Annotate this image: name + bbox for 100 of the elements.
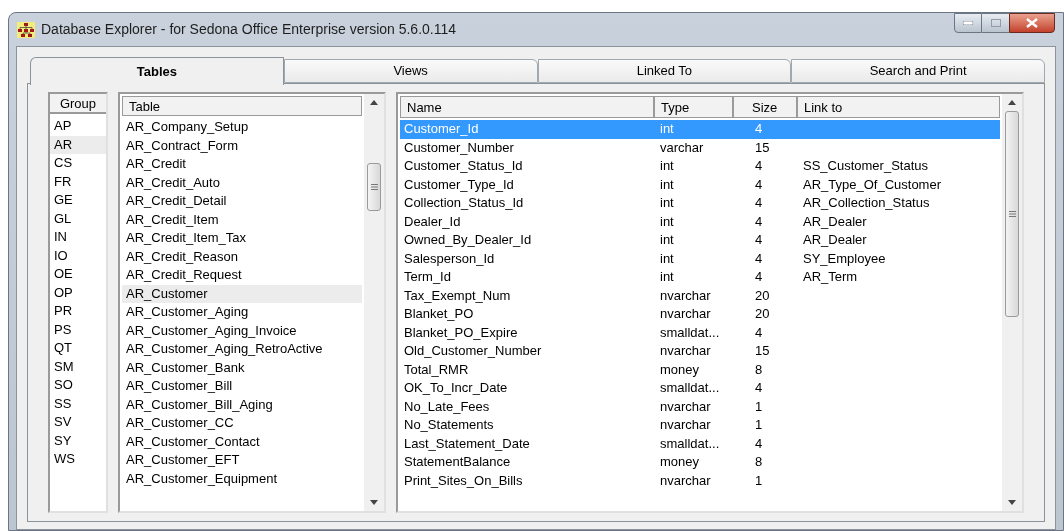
table-item[interactable]: AR_Credit_Auto xyxy=(122,173,362,192)
table-cell-text: smalldat... xyxy=(659,434,721,453)
scroll-down-icon[interactable] xyxy=(1008,500,1016,505)
table-cell-text: smalldat... xyxy=(659,323,721,342)
scroll-down-icon[interactable] xyxy=(370,500,378,505)
table-cell-text: 1 xyxy=(754,397,764,416)
table-item[interactable]: AR_Contract_Form xyxy=(122,136,362,155)
maximize-button[interactable] xyxy=(982,13,1009,33)
table-item[interactable]: AR_Customer_Bill_Aging xyxy=(122,395,362,414)
group-item[interactable]: QT xyxy=(50,339,106,358)
field-row[interactable]: Collection_Status_Id int 4 AR_Collection_Status xyxy=(400,194,1000,213)
table-cell-text: No_Statements xyxy=(403,416,495,434)
field-row[interactable]: Last_Statement_Date smalldat... 4 xyxy=(400,434,1000,453)
table-cell-text: OK_To_Incr_Date xyxy=(403,379,509,397)
group-item[interactable]: CS xyxy=(50,154,106,173)
group-item[interactable]: SM xyxy=(50,357,106,376)
tab[interactable]: Tables xyxy=(30,57,284,85)
table-cell-text: nvarchar xyxy=(659,342,712,360)
table-item[interactable]: AR_Customer_Contact xyxy=(122,432,362,451)
scroll-thumb[interactable] xyxy=(367,163,381,211)
table-cell-text: 4 xyxy=(754,323,764,342)
table-cell-text: 1 xyxy=(754,416,764,434)
table-cell-text: nvarchar xyxy=(659,416,712,434)
group-list[interactable]: Group AP AR CS FR GE GL IN IO OE OP PR PS QT SM SO SS SV SY WS xyxy=(48,92,108,513)
group-item[interactable]: FR xyxy=(50,172,106,191)
field-row[interactable]: Salesperson_Id int 4 SY_Employee xyxy=(400,249,1000,268)
table-item[interactable]: AR_Customer_EFT xyxy=(122,451,362,470)
column-header[interactable]: Group xyxy=(50,94,106,114)
field-row[interactable]: Term_Id int 4 AR_Term xyxy=(400,268,1000,287)
field-row[interactable]: Blanket_PO_Expire smalldat... 4 xyxy=(400,323,1000,342)
window-title: Database Explorer - for Sedona Office Enterprise version 5.6.0.114 xyxy=(41,20,457,39)
group-item[interactable]: GL xyxy=(50,209,106,228)
column-header[interactable]: Table xyxy=(122,96,362,116)
group-item[interactable]: SV xyxy=(50,413,106,432)
column-header[interactable]: Type xyxy=(654,96,733,118)
group-item[interactable]: SS xyxy=(50,394,106,413)
column-header[interactable]: Name xyxy=(400,96,654,118)
table-cell-text: 4 xyxy=(754,212,764,231)
table-list[interactable] xyxy=(118,92,386,513)
field-row[interactable]: Customer_Type_Id int 4 AR_Type_Of_Customer xyxy=(400,175,1000,194)
table-item[interactable]: AR_Credit_Item xyxy=(122,210,362,229)
field-row[interactable]: Total_RMR money 8 xyxy=(400,360,1000,379)
group-item[interactable]: PR xyxy=(50,302,106,321)
minimize-button[interactable] xyxy=(954,13,982,33)
group-item[interactable]: AP xyxy=(50,117,106,136)
field-row[interactable]: Print_Sites_On_Bills nvarchar 1 xyxy=(400,471,1000,490)
field-row[interactable]: StatementBalance money 8 xyxy=(400,453,1000,472)
group-item[interactable]: OP xyxy=(50,283,106,302)
table-item[interactable]: AR_Credit_Item_Tax xyxy=(122,229,362,248)
minimize-icon xyxy=(963,21,973,25)
close-button[interactable] xyxy=(1009,13,1055,33)
field-row[interactable]: Tax_Exempt_Num nvarchar 20 xyxy=(400,286,1000,305)
group-item[interactable]: SO xyxy=(50,376,106,395)
column-header[interactable]: Size xyxy=(733,96,797,118)
field-row[interactable]: Customer_Number varchar 15 xyxy=(400,138,1000,157)
table-cell-text: Salesperson_Id xyxy=(403,249,496,268)
table-cell-text: int xyxy=(659,249,675,268)
group-item[interactable]: GE xyxy=(50,191,106,210)
group-item[interactable]: IN xyxy=(50,228,106,247)
table-cell-text: 4 xyxy=(754,249,764,268)
table-item[interactable]: AR_Customer_Aging xyxy=(122,303,362,322)
table-item[interactable]: AR_Credit_Request xyxy=(122,266,362,285)
table-item[interactable]: AR_Credit_Reason xyxy=(122,247,362,266)
table-item[interactable]: AR_Customer_CC xyxy=(122,414,362,433)
table-cell-text: 8 xyxy=(754,453,764,471)
table-cell-text: money xyxy=(659,360,701,379)
table-item[interactable]: AR_Company_Setup xyxy=(122,118,362,137)
column-header[interactable]: Link to xyxy=(797,96,1000,118)
field-row[interactable]: Blanket_PO nvarchar 20 xyxy=(400,305,1000,324)
field-row[interactable]: No_Statements nvarchar 1 xyxy=(400,416,1000,435)
table-item[interactable]: AR_Customer_Bill xyxy=(122,377,362,396)
scroll-thumb[interactable] xyxy=(1005,111,1019,317)
field-row[interactable]: OK_To_Incr_Date smalldat... 4 xyxy=(400,379,1000,398)
table-item[interactable]: AR_Customer xyxy=(122,284,362,303)
group-item[interactable]: SY xyxy=(50,431,106,450)
table-item[interactable]: AR_Customer_Aging_RetroActive xyxy=(122,340,362,359)
tab[interactable]: Linked To xyxy=(537,59,792,83)
table-item[interactable]: AR_Credit_Detail xyxy=(122,192,362,211)
table-item[interactable]: AR_Credit xyxy=(122,155,362,174)
table-cell-text: 4 xyxy=(754,379,764,397)
table-item[interactable]: AR_Customer_Equipment xyxy=(122,469,362,488)
tab[interactable]: Views xyxy=(283,59,538,83)
field-row[interactable]: Owned_By_Dealer_Id int 4 AR_Dealer xyxy=(400,231,1000,250)
group-item[interactable]: WS xyxy=(50,450,106,469)
field-row[interactable]: Dealer_Id int 4 AR_Dealer xyxy=(400,212,1000,231)
table-item[interactable]: AR_Customer_Bank xyxy=(122,358,362,377)
group-item[interactable]: AR xyxy=(50,135,106,154)
group-item[interactable]: PS xyxy=(50,320,106,339)
field-row[interactable]: Customer_Status_Id int 4 SS_Customer_Status xyxy=(400,157,1000,176)
field-list[interactable] xyxy=(396,92,1024,513)
group-item[interactable]: IO xyxy=(50,246,106,265)
table-cell-text: 4 xyxy=(754,175,764,194)
table-item[interactable]: AR_Customer_Aging_Invoice xyxy=(122,321,362,340)
group-item[interactable]: OE xyxy=(50,265,106,284)
scroll-up-icon[interactable] xyxy=(370,100,378,105)
tab[interactable]: Search and Print xyxy=(791,59,1045,83)
field-row[interactable]: No_Late_Fees nvarchar 1 xyxy=(400,397,1000,416)
field-row[interactable]: Old_Customer_Number nvarchar 15 xyxy=(400,342,1000,361)
scroll-up-icon[interactable] xyxy=(1008,100,1016,105)
table-cell-text: AR_Term xyxy=(802,268,858,286)
